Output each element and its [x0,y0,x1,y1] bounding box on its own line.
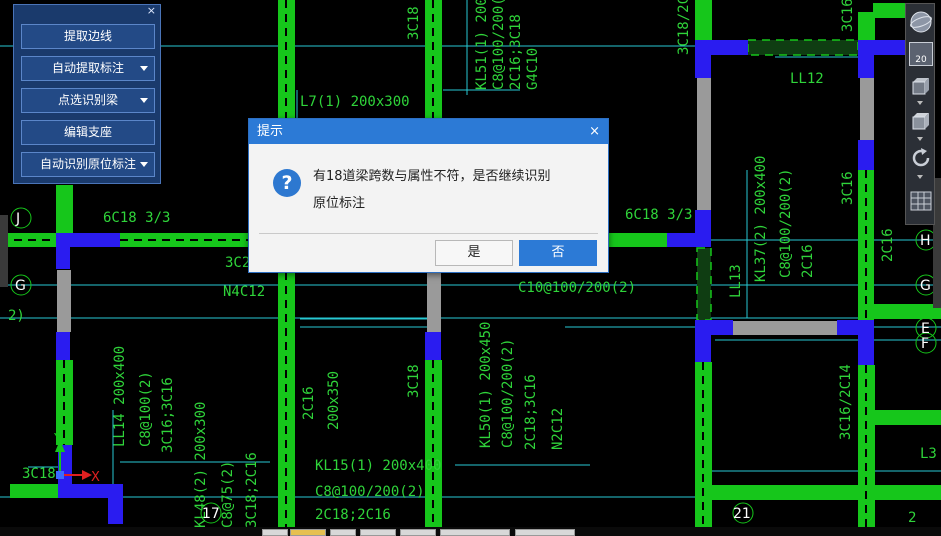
annotation: 3C16 [840,0,856,32]
beam-tool-panel: × 提取边线 自动提取标注 点选识别梁 编辑支座 自动识别原位标注 [13,4,161,184]
annotation: LL12 [790,71,824,87]
annotation: KL50(1) 200x450 [478,322,494,448]
bottom-tab[interactable] [262,529,288,536]
annotation: 3C18/2C [676,0,692,55]
dialog-message: 有18道梁跨数与属性不符，是否继续识别 原位标注 [313,163,583,217]
bottom-tab[interactable] [400,529,436,536]
chevron-down-icon[interactable] [917,137,923,141]
annotation: 3C18 [406,6,422,40]
annotation: N4C12 [223,284,265,300]
extract-edge-label: 提取边线 [63,29,112,43]
annotation: 6C18 3/3 [103,210,170,226]
annotation: L7(1) 200x300 [300,94,410,110]
axis-label-j: J [15,211,20,227]
annotation: KL51(1) 200x600 [474,0,490,90]
axis-label-h: H [920,233,931,249]
dialog-message-line: 原位标注 [313,196,366,211]
auto-extract-label-button[interactable]: 自动提取标注 [21,56,155,81]
annotation: 3C2 [225,255,250,271]
annotation: C8@100/200(2) [315,484,425,500]
axis-label-21: 21 [733,506,751,522]
bottom-tab[interactable] [360,529,396,536]
extract-edge-button[interactable]: 提取边线 [21,24,155,49]
edit-support-button[interactable]: 编辑支座 [21,120,155,145]
axis-label-f: F [921,336,929,352]
dialog-title: 提示 [257,124,284,139]
annotation: C8@100/200(2) [500,338,516,448]
front-view-cube-icon[interactable] [909,74,933,98]
orbit-sphere-icon[interactable] [909,10,933,34]
bottom-tab[interactable] [515,529,575,536]
annotation: 2C16 [301,386,317,420]
annotation: 3C18 [406,364,422,398]
annotation: C8@100/200(2) [778,168,794,278]
dialog-divider [259,233,598,234]
annotation: 2C18;3C16 [523,374,539,450]
confirm-dialog: 提示 × ? 有18道梁跨数与属性不符，是否继续识别 原位标注 是 否 [248,118,609,273]
ucs-x-label: X [91,470,100,485]
chevron-down-icon[interactable] [917,101,923,105]
edit-support-label: 编辑支座 [63,125,112,139]
layer-grid-icon[interactable] [909,189,933,213]
annotation: C8@100/200(2) [491,0,507,90]
chevron-down-icon[interactable] [140,98,148,103]
ucs-y-label: Y [53,432,62,447]
dialog-message-line: 有18道梁跨数与属性不符，是否继续识别 [313,169,551,184]
annotation: 3C16 [840,171,856,205]
annotation: 2C18;2C16 [315,507,391,523]
axis-label-g-right: G [920,278,931,294]
annotation: 3C16/2C14 [838,364,854,440]
auto-extract-label-label: 自动提取标注 [51,61,124,75]
3d-view-cube-icon[interactable] [909,109,933,133]
zoom-level-button[interactable]: 20 [909,42,933,66]
rotate-icon[interactable] [909,146,933,170]
annotation: 2C16 [880,228,896,262]
annotation: L3 [920,446,937,462]
yes-button[interactable]: 是 [435,240,513,266]
annotation: KL15(1) 200x400 [315,458,441,474]
bottom-tab[interactable] [330,529,356,536]
annotation: G4C10 [525,48,541,90]
annotation: 6C18 3/3 [625,207,692,223]
annotation: LL13 [728,264,744,298]
annotation: C8@100(2) [138,371,154,447]
zoom-level-label: 20 [915,55,927,65]
annotation: 2 [908,510,916,526]
bottom-tab[interactable] [440,529,510,536]
auto-in-situ-label-button[interactable]: 自动识别原位标注 [21,152,155,177]
left-edge-strip [0,215,8,287]
dialog-title-bar[interactable]: 提示 × [249,119,608,144]
chevron-down-icon[interactable] [917,175,923,179]
no-button[interactable]: 否 [519,240,597,266]
axis-label-17: 17 [202,506,220,522]
bottom-tab-bar [0,527,941,536]
chevron-down-icon[interactable] [140,162,148,167]
annotation: 2C16;3C18 [508,14,524,90]
annotation: 3C16;3C16 [160,377,176,453]
axis-label-e: E [921,321,930,337]
question-icon: ? [273,169,301,197]
annotation: C8@75(2) [220,461,236,528]
auto-in-situ-label-label: 自动识别原位标注 [39,157,136,171]
annotation: 200x350 [326,371,342,430]
annotation: 3C18 [22,466,56,482]
annotation: LL14 200x400 [112,346,128,447]
axis-label-fragment: 2) [8,308,25,324]
annotation: N2C12 [550,408,566,450]
annotation: 3C18;2C16 [244,452,260,528]
bottom-tab-active[interactable] [290,529,326,536]
chevron-down-icon[interactable] [140,66,148,71]
dialog-close-button[interactable]: × [589,119,600,144]
panel-close-button[interactable]: × [147,4,156,18]
annotation: 2C16 [800,244,816,278]
pick-beam-button[interactable]: 点选识别梁 [21,88,155,113]
view-toolbar: 20 [905,3,935,225]
annotation: KL37(2) 200x400 [753,156,769,282]
axis-label-g-left: G [15,278,26,294]
pick-beam-label: 点选识别梁 [57,93,118,107]
annotation: C10@100/200(2) [518,280,636,296]
